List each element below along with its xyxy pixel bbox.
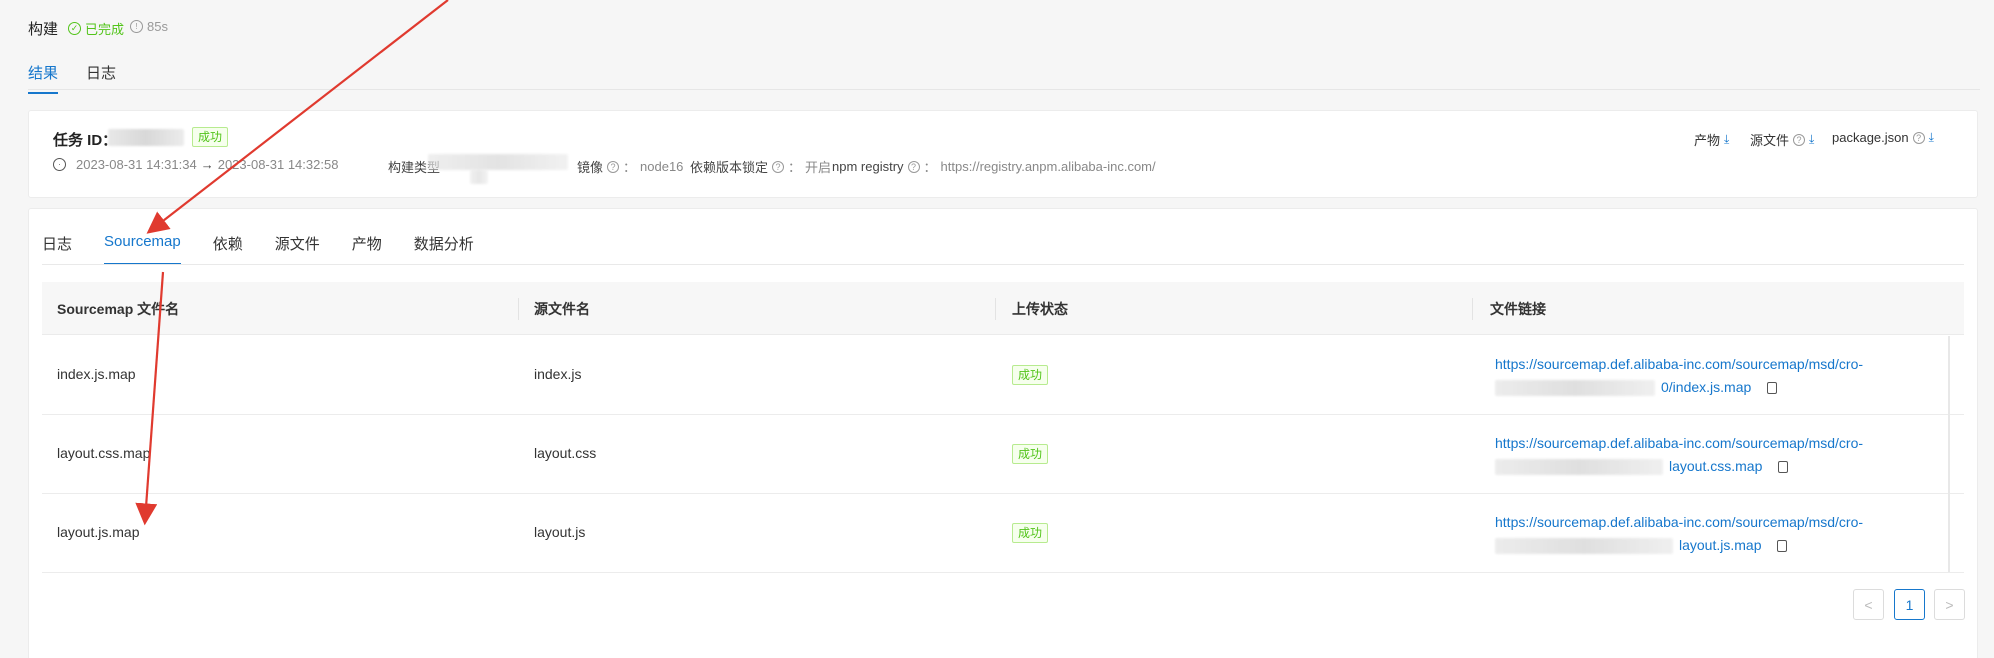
help-icon[interactable]: ?: [1912, 131, 1925, 144]
copy-icon[interactable]: [1778, 460, 1789, 473]
copy-icon[interactable]: [1767, 381, 1778, 394]
sourcemap-file-name: layout.js.map: [57, 524, 140, 540]
link-redacted: [1495, 537, 1673, 554]
time-arrow: →: [200, 157, 214, 172]
prev-page-button[interactable]: <: [1853, 589, 1884, 620]
page-title: 构建: [28, 21, 59, 38]
tabs-divider: [28, 89, 1980, 90]
detail-tabs-divider: [42, 264, 1964, 265]
help-icon[interactable]: ?: [907, 160, 920, 173]
tab-source-files[interactable]: 源文件: [275, 233, 320, 265]
build-type-value-redacted: [428, 154, 568, 170]
image-value: node16: [640, 159, 684, 174]
file-link[interactable]: https://sourcemap.def.alibaba-inc.com/so…: [1495, 511, 1915, 534]
build-status: ✓ 已完成: [68, 19, 124, 38]
upload-status-cell: 成功: [1012, 523, 1049, 543]
end-time: 2023-08-31 14:32:58: [217, 157, 339, 172]
table-header: Sourcemap 文件名 源文件名 上传状态 文件链接: [42, 282, 1964, 335]
task-status-badge: 成功: [192, 127, 229, 147]
image-info: 镜像 ? ： node16: [577, 157, 683, 176]
task-status-badge-wrap: 成功: [192, 127, 229, 147]
download-source[interactable]: 源文件 ? ⤓: [1750, 130, 1814, 149]
time-range: · 2023-08-31 14:31:34 → 2023-08-31 14:32…: [53, 157, 338, 172]
file-link[interactable]: https://sourcemap.def.alibaba-inc.com/so…: [1495, 353, 1915, 376]
help-icon[interactable]: ?: [607, 160, 620, 173]
table-row: layout.js.map layout.js 成功 https://sourc…: [42, 494, 1964, 573]
upload-status-cell: 成功: [1012, 444, 1049, 464]
build-duration-text: 85s: [147, 19, 168, 34]
registry-label: npm registry: [832, 159, 904, 174]
file-link-cell: https://sourcemap.def.alibaba-inc.com/so…: [1495, 511, 1915, 557]
upload-status-badge: 成功: [1012, 523, 1049, 543]
col-file-link: 文件链接: [1490, 301, 1546, 317]
file-link-tail[interactable]: 0/index.js.map: [1661, 376, 1751, 399]
sourcemap-file-name: index.js.map: [57, 366, 136, 382]
copy-icon[interactable]: [1777, 539, 1788, 552]
registry-value: https://registry.anpm.alibaba-inc.com/: [940, 159, 1156, 174]
clock-icon: !: [130, 20, 143, 33]
col-upload-status: 上传状态: [1012, 301, 1068, 317]
download-package-json-label: package.json: [1832, 130, 1909, 145]
table-scrollbar[interactable]: [1948, 336, 1950, 572]
detail-tabs: 日志 Sourcemap 依赖 源文件 产物 数据分析: [42, 233, 474, 265]
sourcemap-file-name: layout.css.map: [57, 445, 151, 461]
download-package-json[interactable]: package.json ? ⤓: [1832, 130, 1934, 145]
build-info-card: [28, 110, 1978, 198]
help-icon[interactable]: ?: [772, 160, 785, 173]
file-link-cell: https://sourcemap.def.alibaba-inc.com/so…: [1495, 353, 1915, 399]
start-time: 2023-08-31 14:31:34: [76, 157, 197, 172]
colon: ：: [623, 160, 637, 175]
link-redacted: [1495, 458, 1663, 475]
col-sourcemap-name: Sourcemap 文件名: [57, 301, 180, 317]
download-source-label: 源文件: [1750, 133, 1790, 148]
build-type-value-redacted-2: [470, 170, 488, 184]
lock-info: 依赖版本锁定 ? ： 开启: [690, 157, 831, 176]
column-divider: [995, 298, 996, 320]
clock-icon: ·: [53, 158, 66, 171]
file-link-tail[interactable]: layout.js.map: [1679, 534, 1761, 557]
col-source-name: 源文件名: [534, 301, 590, 317]
help-icon[interactable]: ?: [1793, 133, 1806, 146]
upload-status-cell: 成功: [1012, 365, 1049, 385]
tab-sourcemap[interactable]: Sourcemap: [104, 233, 181, 265]
file-link-line2: 0/index.js.map: [1495, 376, 1915, 399]
task-id-value-redacted: [108, 129, 184, 146]
build-duration: ! 85s: [130, 19, 168, 34]
source-file-name: index.js: [534, 366, 582, 382]
build-status-text: 已完成: [85, 22, 125, 37]
upload-status-badge: 成功: [1012, 444, 1049, 464]
file-link-line2: layout.js.map: [1495, 534, 1915, 557]
file-link[interactable]: https://sourcemap.def.alibaba-inc.com/so…: [1495, 432, 1915, 455]
download-artifact-label: 产物: [1694, 133, 1721, 148]
download-icon: ⤓: [1928, 130, 1934, 144]
download-icon: ⤓: [1724, 132, 1730, 146]
image-label: 镜像: [577, 160, 604, 175]
source-file-name: layout.css: [534, 445, 597, 461]
check-circle-icon: ✓: [68, 22, 81, 35]
column-divider: [1472, 298, 1473, 320]
page-1-button[interactable]: 1: [1894, 589, 1925, 620]
tab-data-analysis[interactable]: 数据分析: [414, 233, 474, 265]
colon: ：: [923, 160, 937, 175]
colon: ：: [788, 160, 802, 175]
next-page-button[interactable]: >: [1934, 589, 1965, 620]
column-divider: [518, 298, 519, 320]
download-artifact[interactable]: 产物 ⤓: [1694, 130, 1729, 149]
file-link-tail[interactable]: layout.css.map: [1669, 455, 1762, 478]
registry-info: npm registry ? ： https://registry.anpm.a…: [832, 157, 1156, 176]
download-icon: ⤓: [1809, 132, 1815, 146]
tab-dependencies[interactable]: 依赖: [213, 233, 243, 265]
table-row: index.js.map index.js 成功 https://sourcem…: [42, 336, 1964, 415]
tab-detail-log[interactable]: 日志: [42, 233, 72, 265]
lock-label: 依赖版本锁定: [690, 160, 769, 175]
table-row: layout.css.map layout.css 成功 https://sou…: [42, 415, 1964, 494]
file-link-cell: https://sourcemap.def.alibaba-inc.com/so…: [1495, 432, 1915, 478]
link-redacted: [1495, 379, 1655, 396]
upload-status-badge: 成功: [1012, 365, 1049, 385]
tab-artifacts[interactable]: 产物: [352, 233, 382, 265]
lock-value: 开启: [805, 160, 832, 175]
source-file-name: layout.js: [534, 524, 586, 540]
file-link-line2: layout.css.map: [1495, 455, 1915, 478]
